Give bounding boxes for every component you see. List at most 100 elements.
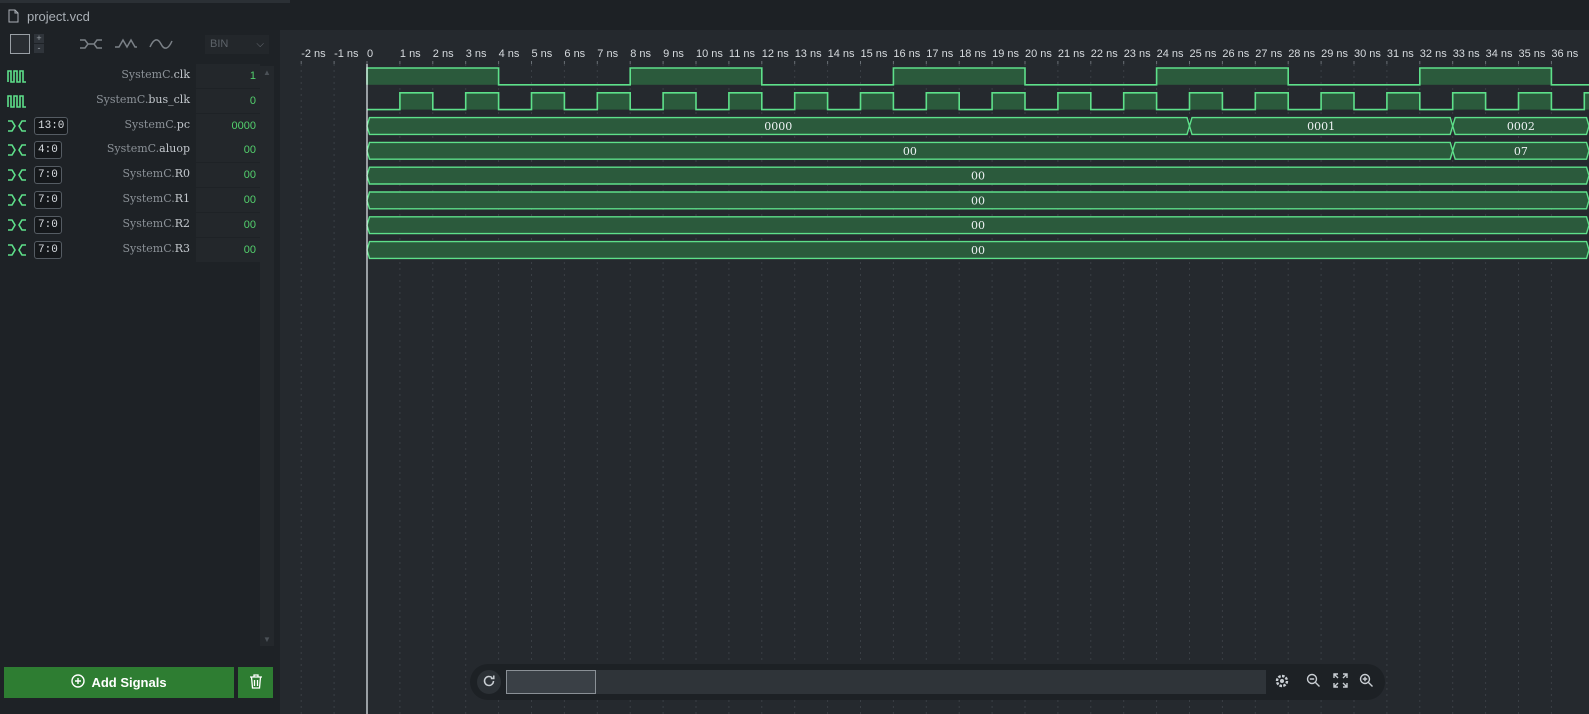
signal-row-aluop[interactable]: 4:0 SystemC.aluop 00 — [0, 138, 260, 163]
time-tick-label: 0 — [367, 48, 373, 60]
signal-identifier: R2 — [174, 216, 190, 230]
signal-value: 0000 — [196, 113, 260, 138]
bit-width-badge: 7:0 — [34, 166, 62, 185]
signal-row-r3[interactable]: 7:0 SystemC.R3 00 — [0, 237, 260, 262]
bus-clk-high-phase — [992, 92, 1025, 110]
signal-name: SystemC.R2 — [122, 217, 190, 230]
signal-name: SystemC.R0 — [122, 167, 190, 180]
height-stepper: + - — [34, 34, 44, 54]
bus-clk-high-phase — [1321, 92, 1354, 110]
scroll-up-icon[interactable]: ▲ — [263, 68, 271, 77]
time-tick-label: -1 ns — [334, 48, 359, 60]
time-tick-label: 31 ns — [1387, 48, 1414, 60]
settings-button[interactable] — [1270, 670, 1294, 694]
signal-identifier: R3 — [174, 241, 190, 255]
radix-value: BIN — [210, 38, 229, 50]
time-tick-label: 10 ns — [696, 48, 723, 60]
signal-name: SystemC.R1 — [122, 192, 190, 205]
bus-clk-high-phase — [728, 92, 762, 110]
clock-signal-icon — [7, 93, 27, 109]
signal-scope: SystemC. — [96, 92, 149, 106]
waveform-view[interactable]: -2 ns -1 ns 0 1 ns 2 ns 3 ns 4 ns 5 ns 6 ns 7 ns 8… — [280, 30, 1589, 714]
signal-scope: SystemC. — [106, 142, 160, 156]
radix-select[interactable]: BIN ⌵ — [205, 35, 269, 54]
add-signals-button[interactable]: Add Signals — [4, 667, 234, 698]
signal-row-r1[interactable]: 7:0 SystemC.R1 00 — [0, 188, 260, 212]
clk-high-phase — [893, 68, 1025, 85]
tab-file[interactable]: project.vcd — [8, 4, 90, 28]
time-tick-label: 36 ns — [1551, 48, 1578, 60]
time-tick-label: 24 ns — [1157, 48, 1184, 60]
refresh-button[interactable] — [477, 670, 501, 694]
analog-style-icon[interactable] — [148, 36, 174, 52]
signal-row-bus-clk[interactable]: SystemC.bus_clk 0 — [0, 88, 260, 113]
time-tick-label: 13 ns — [795, 48, 822, 60]
signal-row-pc[interactable]: 13:0 SystemC.pc 0000 — [0, 113, 260, 138]
time-tick-label: 8 ns — [630, 48, 651, 60]
bus-clk-high-phase — [663, 92, 696, 110]
bus-value-label: 0001 — [1307, 120, 1335, 133]
color-swatch[interactable] — [10, 34, 30, 54]
visible-range-selector[interactable] — [506, 670, 596, 694]
time-tick-label: 18 ns — [959, 48, 986, 60]
clk-high-phase — [630, 68, 762, 85]
time-tick-label: 12 ns — [762, 48, 789, 60]
time-tick-label: 30 ns — [1354, 48, 1381, 60]
time-tick-label: 4 ns — [499, 48, 520, 60]
bus-clk-high-phase — [465, 92, 499, 110]
bus-value-label: 0002 — [1507, 120, 1535, 133]
file-icon — [8, 9, 19, 23]
zoom-out-icon — [1306, 673, 1321, 691]
add-signals-label: Add Signals — [91, 675, 167, 690]
bus-clk-high-phase — [1123, 92, 1157, 110]
bus-style-icon[interactable] — [78, 36, 104, 52]
time-tick-label: 3 ns — [466, 48, 487, 60]
signal-name: SystemC.pc — [125, 118, 190, 131]
time-tick-label: 9 ns — [663, 48, 684, 60]
bus-clk-high-phase — [860, 92, 894, 110]
zoom-in-icon — [1359, 673, 1374, 691]
time-tick-label: 22 ns — [1091, 48, 1118, 60]
delete-signals-button[interactable] — [238, 667, 273, 698]
time-range-field[interactable] — [506, 670, 1266, 694]
increment-button[interactable]: + — [34, 34, 44, 43]
time-tick-label: 16 ns — [893, 48, 920, 60]
signal-scope: SystemC. — [122, 167, 175, 181]
bus-clk-high-phase — [1386, 92, 1420, 110]
signal-list-scrollbar[interactable]: ▲ ▼ — [260, 66, 274, 646]
time-tick-label: 20 ns — [1025, 48, 1052, 60]
bus-clk-high-phase — [1255, 92, 1289, 110]
signal-value: 1 — [196, 64, 260, 88]
time-tick-label: 19 ns — [992, 48, 1019, 60]
zoom-in-button[interactable] — [1354, 670, 1378, 694]
scroll-down-icon[interactable]: ▼ — [263, 635, 271, 644]
bus-signal-icon — [7, 118, 27, 134]
signal-value: 00 — [196, 138, 260, 163]
time-tick-label: 23 ns — [1124, 48, 1151, 60]
signal-row-clk[interactable]: SystemC.clk 1 — [0, 64, 260, 88]
bus-value-label: 00 — [971, 170, 985, 183]
bus-clk-high-phase — [531, 92, 565, 110]
clock-signal-icon — [7, 68, 27, 84]
gear-icon — [1274, 673, 1290, 692]
waveform-canvas[interactable]: -2 ns -1 ns 0 1 ns 2 ns 3 ns 4 ns 5 ns 6 ns 7 ns 8… — [280, 30, 1589, 714]
time-tick-label: 35 ns — [1519, 48, 1546, 60]
time-tick-label: 27 ns — [1255, 48, 1282, 60]
bus-value-label: 00 — [971, 244, 985, 257]
zoom-out-button[interactable] — [1301, 670, 1325, 694]
zoom-fit-button[interactable] — [1328, 670, 1352, 694]
bus-signal-icon — [7, 167, 27, 183]
signal-scope: SystemC. — [121, 68, 174, 81]
bit-width-badge: 4:0 — [34, 141, 62, 160]
clk-high-phase — [367, 68, 499, 85]
decrement-button[interactable]: - — [34, 44, 44, 53]
signal-row-r0[interactable]: 7:0 SystemC.R0 00 — [0, 163, 260, 188]
signal-value: 00 — [196, 188, 260, 212]
trash-icon — [249, 673, 263, 692]
plus-circle-icon — [71, 674, 86, 691]
step-style-icon[interactable] — [113, 36, 139, 52]
signal-name: SystemC.aluop — [107, 142, 190, 155]
time-tick-label: 17 ns — [926, 48, 953, 60]
bottom-toolbar — [470, 664, 1385, 700]
signal-row-r2[interactable]: 7:0 SystemC.R2 00 — [0, 212, 260, 237]
